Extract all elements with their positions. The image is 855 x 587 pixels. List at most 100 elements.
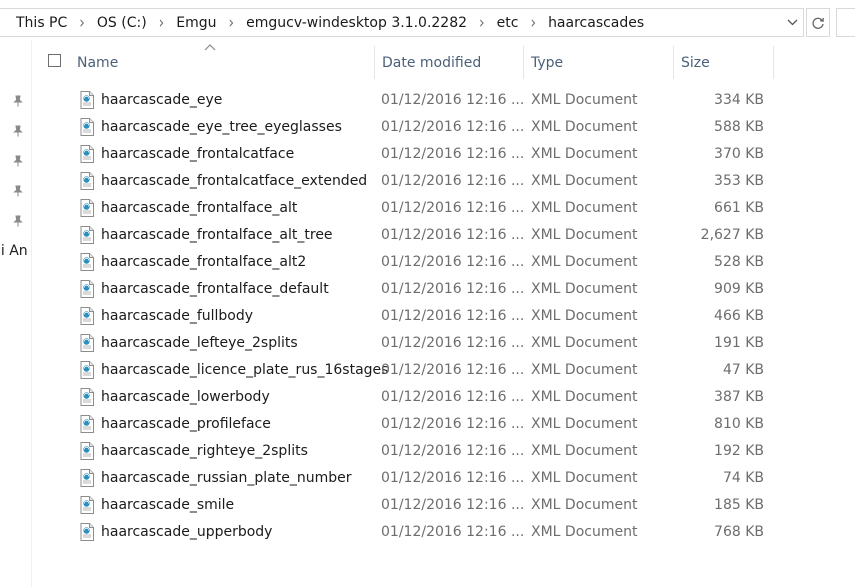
file-row[interactable]: haarcascade_profileface 01/12/2016 12:16 … (40, 411, 774, 438)
nav-pane-divider[interactable] (31, 40, 32, 587)
crumb-emgu[interactable]: Emgu (176, 15, 216, 31)
crumb-this-pc[interactable]: This PC (16, 15, 67, 31)
pin-icon[interactable] (11, 154, 25, 168)
file-type: XML Document (531, 254, 638, 270)
address-bar[interactable]: This PC › OS (C:) › Emgu › emgucv-windes… (0, 8, 804, 37)
file-row[interactable]: haarcascade_frontalface_default 01/12/201… (40, 276, 774, 303)
column-divider[interactable] (523, 46, 524, 79)
file-date-modified: 01/12/2016 12:16 ... (381, 470, 525, 486)
file-date-modified: 01/12/2016 12:16 ... (381, 416, 525, 432)
chevron-right-icon[interactable]: › (159, 13, 165, 32)
xml-file-icon (80, 145, 94, 163)
file-date-modified: 01/12/2016 12:16 ... (381, 443, 525, 459)
file-size: 768 KB (714, 524, 764, 540)
xml-file-icon (80, 253, 94, 271)
xml-file-icon (80, 307, 94, 325)
file-row[interactable]: haarcascade_eye_tree_eyeglasses 01/12/201… (40, 114, 774, 141)
crumb-emgucv[interactable]: emgucv-windesktop 3.1.0.2282 (246, 15, 467, 31)
file-name[interactable]: haarcascade_frontalface_alt2 (101, 249, 306, 276)
column-header-size-label: Size (681, 54, 710, 71)
file-name[interactable]: haarcascade_lefteye_2splits (101, 330, 298, 357)
file-row[interactable]: haarcascade_righteye_2splits 01/12/2016 1… (40, 438, 774, 465)
xml-file-icon (80, 496, 94, 514)
crumb-os-c[interactable]: OS (C:) (97, 15, 147, 31)
address-history-button[interactable] (781, 9, 803, 36)
file-row[interactable]: haarcascade_fullbody 01/12/2016 12:16 ...… (40, 303, 774, 330)
column-header-name[interactable]: Name (77, 46, 118, 79)
file-name[interactable]: haarcascade_fullbody (101, 303, 253, 330)
file-date-modified: 01/12/2016 12:16 ... (381, 389, 525, 405)
file-name[interactable]: haarcascade_eye_tree_eyeglasses (101, 114, 342, 141)
file-row[interactable]: haarcascade_russian_plate_number 01/12/20… (40, 465, 774, 492)
file-name[interactable]: haarcascade_righteye_2splits (101, 438, 308, 465)
file-size: 810 KB (714, 416, 764, 432)
file-name[interactable]: haarcascade_profileface (101, 411, 271, 438)
chevron-right-icon[interactable]: › (79, 13, 85, 32)
file-size: 2,627 KB (700, 227, 764, 243)
file-size: 74 KB (722, 470, 764, 486)
xml-file-icon (80, 415, 94, 433)
chevron-right-icon[interactable]: › (229, 13, 235, 32)
pin-icon[interactable] (11, 184, 25, 198)
file-row[interactable]: haarcascade_smile 01/12/2016 12:16 ... XML… (40, 492, 774, 519)
file-row[interactable]: haarcascade_upperbody 01/12/2016 12:16 ..… (40, 519, 774, 546)
file-date-modified: 01/12/2016 12:16 ... (381, 362, 525, 378)
xml-file-icon (80, 199, 94, 217)
file-name[interactable]: haarcascade_frontalface_alt_tree (101, 222, 333, 249)
file-date-modified: 01/12/2016 12:16 ... (381, 146, 525, 162)
file-row[interactable]: haarcascade_frontalface_alt2 01/12/2016 1… (40, 249, 774, 276)
file-size: 588 KB (714, 119, 764, 135)
select-all-checkbox[interactable] (48, 54, 61, 67)
chevron-down-icon (787, 19, 797, 26)
column-header-date[interactable]: Date modified (382, 46, 481, 79)
file-size: 353 KB (714, 173, 764, 189)
nav-item-label[interactable]: ni An (0, 243, 28, 259)
search-box[interactable] (836, 8, 855, 37)
file-name[interactable]: haarcascade_frontalface_default (101, 276, 329, 303)
column-header-size[interactable]: Size (681, 46, 710, 79)
xml-file-icon (80, 118, 94, 136)
pin-icon[interactable] (11, 214, 25, 228)
file-date-modified: 01/12/2016 12:16 ... (381, 254, 525, 270)
xml-file-icon (80, 91, 94, 109)
file-row[interactable]: haarcascade_lowerbody 01/12/2016 12:16 ..… (40, 384, 774, 411)
file-name[interactable]: haarcascade_frontalcatface_extended (101, 168, 367, 195)
file-row[interactable]: haarcascade_frontalcatface_extended 01/12… (40, 168, 774, 195)
column-divider[interactable] (773, 46, 774, 79)
file-name[interactable]: haarcascade_russian_plate_number (101, 465, 351, 492)
chevron-right-icon[interactable]: › (479, 13, 485, 32)
file-date-modified: 01/12/2016 12:16 ... (381, 497, 525, 513)
file-date-modified: 01/12/2016 12:16 ... (381, 227, 525, 243)
file-row[interactable]: haarcascade_frontalcatface 01/12/2016 12:… (40, 141, 774, 168)
file-date-modified: 01/12/2016 12:16 ... (381, 308, 525, 324)
file-name[interactable]: haarcascade_smile (101, 492, 234, 519)
file-type: XML Document (531, 308, 638, 324)
column-divider[interactable] (374, 46, 375, 79)
file-name[interactable]: haarcascade_frontalface_alt (101, 195, 297, 222)
column-header-type[interactable]: Type (531, 46, 563, 79)
file-size: 185 KB (714, 497, 764, 513)
file-row[interactable]: haarcascade_lefteye_2splits 01/12/2016 12… (40, 330, 774, 357)
file-name[interactable]: haarcascade_lowerbody (101, 384, 270, 411)
pin-icon[interactable] (11, 94, 25, 108)
file-row[interactable]: haarcascade_licence_plate_rus_16stages 01… (40, 357, 774, 384)
file-name[interactable]: haarcascade_licence_plate_rus_16stages (101, 357, 388, 384)
file-name[interactable]: haarcascade_frontalcatface (101, 141, 294, 168)
pin-icon[interactable] (11, 124, 25, 138)
file-row[interactable]: haarcascade_frontalface_alt 01/12/2016 12… (40, 195, 774, 222)
column-divider[interactable] (673, 46, 674, 79)
column-header-name-label: Name (77, 54, 119, 71)
file-name[interactable]: haarcascade_upperbody (101, 519, 272, 546)
file-type: XML Document (531, 119, 638, 135)
chevron-right-icon[interactable]: › (530, 13, 536, 32)
file-size: 192 KB (714, 443, 764, 459)
file-row[interactable]: haarcascade_frontalface_alt_tree 01/12/20… (40, 222, 774, 249)
xml-file-icon (80, 361, 94, 379)
file-name[interactable]: haarcascade_eye (101, 87, 222, 114)
refresh-button[interactable] (806, 8, 830, 37)
xml-file-icon (80, 442, 94, 460)
file-type: XML Document (531, 335, 638, 351)
crumb-etc[interactable]: etc (497, 15, 519, 31)
file-row[interactable]: haarcascade_eye 01/12/2016 12:16 ... XML D… (40, 87, 774, 114)
crumb-haarcascades[interactable]: haarcascades (548, 15, 644, 31)
